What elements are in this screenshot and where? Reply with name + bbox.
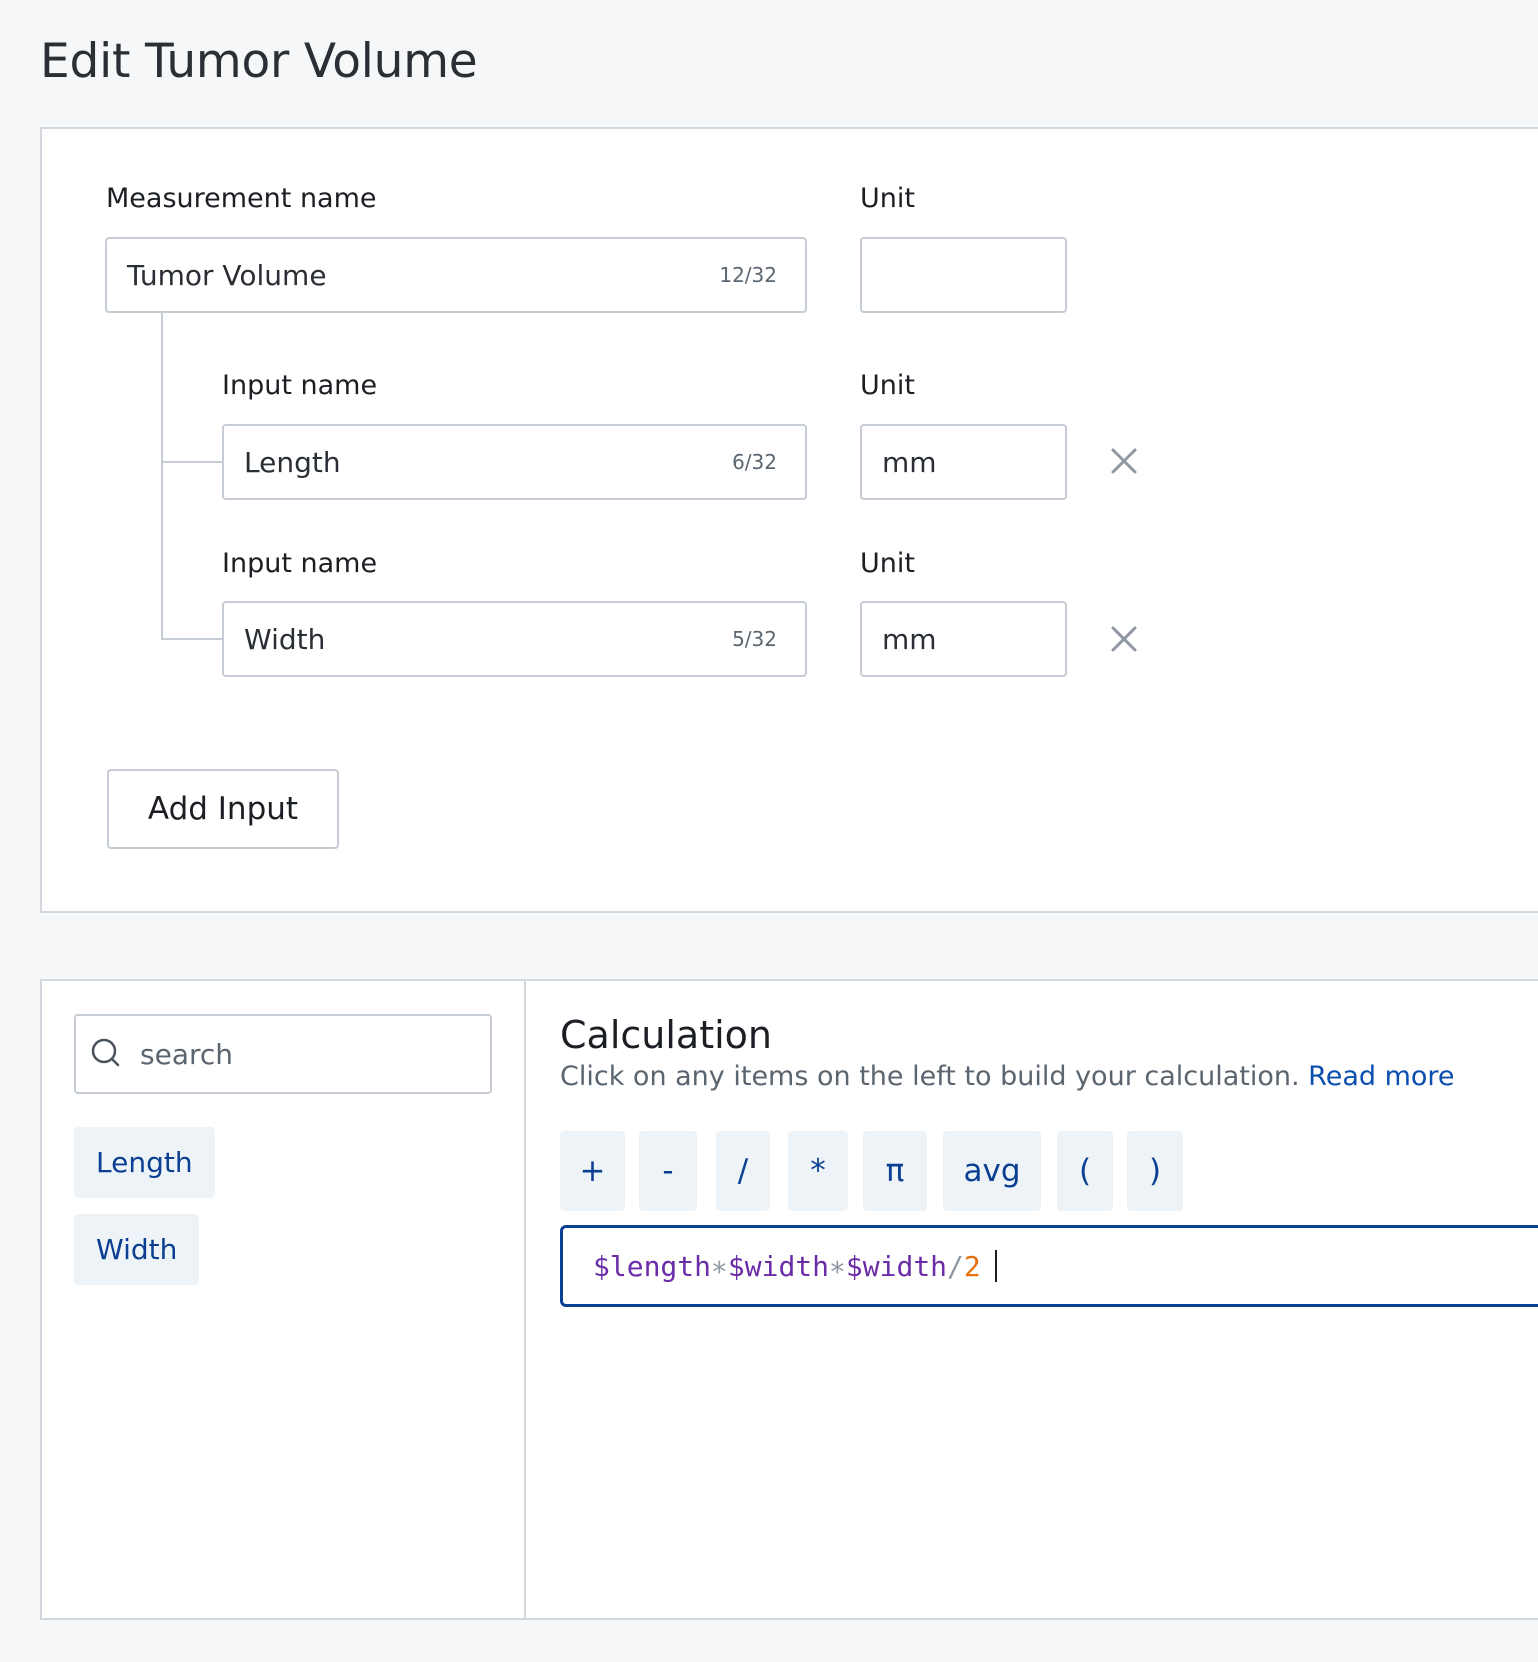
operator-pi-button[interactable]: π <box>863 1131 927 1211</box>
calculation-title: Calculation <box>560 1013 772 1057</box>
calculation-description-text: Click on any items on the left to build … <box>560 1061 1300 1092</box>
input-unit-label: Unit <box>860 548 915 579</box>
measurement-name-counter: 12/32 <box>719 263 777 287</box>
input-unit-value: mm <box>882 622 937 656</box>
formula-token: $length <box>593 1249 712 1283</box>
read-more-link[interactable]: Read more <box>1308 1061 1454 1092</box>
variable-chip-length[interactable]: Length <box>74 1127 215 1198</box>
measurement-name-field[interactable]: Tumor Volume 12/32 <box>105 237 807 313</box>
input-name-field[interactable]: Length 6/32 <box>222 424 807 500</box>
close-icon <box>1111 626 1137 652</box>
remove-input-button[interactable] <box>1104 441 1144 481</box>
search-box[interactable] <box>74 1014 492 1094</box>
measurement-unit-label: Unit <box>860 183 915 214</box>
calculation-card: Length Width Calculation Click on any it… <box>40 979 1538 1620</box>
formula-token: 2 <box>963 1249 981 1283</box>
calculation-description: Click on any items on the left to build … <box>560 1061 1455 1092</box>
operator-avg-button[interactable]: avg <box>943 1131 1041 1211</box>
operator-close-paren-button[interactable]: ) <box>1127 1131 1183 1211</box>
measurement-name-value: Tumor Volume <box>127 258 327 292</box>
page-title: Edit Tumor Volume <box>40 34 478 89</box>
tree-line-vertical <box>161 313 163 640</box>
formula-editor[interactable]: $length ∗ $width ∗ $width/2 <box>560 1225 1538 1307</box>
measurement-name-label: Measurement name <box>106 183 377 214</box>
formula-token: / <box>947 1249 964 1283</box>
variables-panel: Length Width <box>42 981 526 1618</box>
close-icon <box>1111 448 1137 474</box>
input-unit-value: mm <box>882 445 937 479</box>
measurement-card: Measurement name Unit Tumor Volume 12/32… <box>40 127 1538 913</box>
input-unit-field[interactable]: mm <box>860 424 1067 500</box>
input-name-counter: 6/32 <box>732 450 777 474</box>
input-name-field[interactable]: Width 5/32 <box>222 601 807 677</box>
input-name-value: Length <box>244 445 341 479</box>
operator-open-paren-button[interactable]: ( <box>1057 1131 1113 1211</box>
formula-token: $width <box>845 1249 948 1283</box>
variable-chip-width[interactable]: Width <box>74 1214 200 1285</box>
formula-token: ∗ <box>711 1249 728 1283</box>
input-unit-label: Unit <box>860 370 915 401</box>
remove-input-button[interactable] <box>1104 619 1144 659</box>
text-caret <box>994 1250 997 1282</box>
measurement-unit-field[interactable] <box>860 237 1067 313</box>
search-input[interactable] <box>138 1036 442 1072</box>
input-name-counter: 5/32 <box>732 627 777 651</box>
input-unit-field[interactable]: mm <box>860 601 1067 677</box>
input-name-label: Input name <box>222 370 378 401</box>
add-input-button[interactable]: Add Input <box>107 769 339 849</box>
operator-minus-button[interactable]: - <box>639 1131 697 1211</box>
formula-token: $width <box>727 1249 830 1283</box>
operator-plus-button[interactable]: + <box>560 1131 625 1211</box>
tree-line-branch-1 <box>161 461 222 463</box>
operator-multiply-button[interactable]: * <box>788 1131 848 1211</box>
search-icon <box>90 1037 124 1071</box>
tree-line-branch-2 <box>161 638 222 640</box>
formula-token: ∗ <box>829 1249 846 1283</box>
operator-divide-button[interactable]: / <box>716 1131 770 1211</box>
input-name-label: Input name <box>222 548 378 579</box>
input-name-value: Width <box>244 622 326 656</box>
